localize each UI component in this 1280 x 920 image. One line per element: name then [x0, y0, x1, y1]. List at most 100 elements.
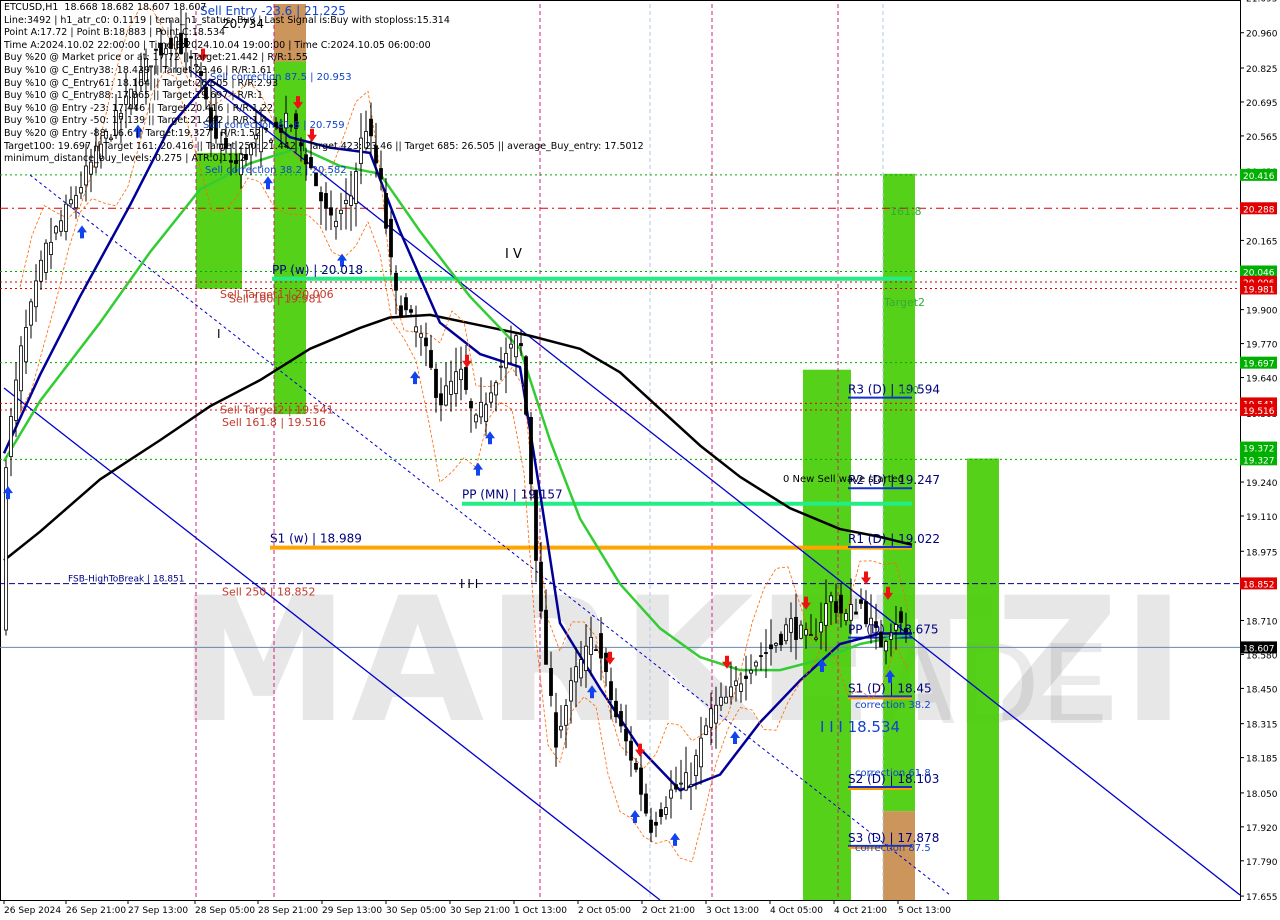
candle-body	[604, 652, 608, 673]
candle-body	[724, 696, 728, 704]
candle-body	[319, 192, 323, 202]
annotation-label: Sell correction 87.5 | 20.953	[210, 72, 352, 83]
candle-body	[509, 343, 513, 349]
candle-body	[829, 595, 833, 603]
buy-arrow-icon	[263, 176, 273, 190]
x-tick-label: 26 Sep 2024	[4, 906, 61, 916]
buy-arrow-icon	[133, 124, 143, 138]
candle-body	[639, 767, 643, 795]
plot-frame	[0, 0, 1241, 901]
candle-body	[84, 165, 88, 186]
candle-body	[684, 772, 688, 791]
candle-body	[779, 633, 783, 646]
signal-zone	[967, 458, 999, 900]
atr-band-line	[19, 71, 909, 863]
candle-body	[464, 367, 468, 390]
candle-body	[579, 659, 583, 679]
y-tick-label: 18.315	[1246, 721, 1278, 731]
level-label: S1 (D) | 18.45	[848, 681, 932, 695]
annotation-label: I V	[505, 247, 522, 262]
candle-body	[479, 401, 483, 418]
candle-body	[499, 365, 503, 368]
price-tag-label: 19.697	[1243, 360, 1275, 370]
y-tick-label: 20.695	[1246, 99, 1278, 109]
y-tick-label: 19.900	[1246, 307, 1278, 317]
candle-body	[559, 725, 563, 731]
candle-body	[624, 728, 628, 742]
x-tick-label: 4 Oct 05:00	[770, 906, 823, 916]
chart: MARKETZI ADE PP (w) | 20.018PP (MN) | 19…	[0, 0, 1280, 920]
candle-body	[444, 385, 448, 406]
candle-body	[469, 401, 473, 409]
level-label: R3 (D) | 19.594	[848, 383, 940, 397]
candle-body	[844, 613, 848, 622]
ma-medium-line	[2, 146, 913, 672]
candle-body	[764, 652, 768, 654]
candle-body	[429, 350, 433, 368]
candle-body	[94, 145, 98, 168]
candle-body	[689, 784, 693, 787]
buy-arrow-icon	[77, 225, 87, 239]
x-tick-label: 30 Sep 21:00	[450, 906, 510, 916]
annotation-label: 20.734	[222, 17, 264, 31]
candle-body	[649, 819, 653, 833]
candle-body	[809, 634, 813, 637]
annotation-label: Sell correction 38.2 | 20.582	[205, 165, 347, 176]
candle-body	[574, 666, 578, 683]
candle-body	[59, 220, 63, 232]
candle-body	[89, 161, 93, 175]
candle-body	[34, 280, 38, 308]
candle-body	[454, 371, 458, 394]
candle-body	[434, 368, 438, 398]
candle-body	[69, 199, 73, 205]
trend-line-upper	[189, 69, 1241, 896]
candle-body	[859, 599, 863, 604]
candle-body	[229, 160, 233, 163]
candle-body	[754, 661, 758, 667]
candle-body	[39, 259, 43, 282]
sell-arrow-icon	[861, 571, 871, 585]
sell-arrow-icon	[462, 354, 472, 368]
candle-body	[529, 416, 533, 485]
candle-body	[849, 604, 853, 621]
candle-body	[369, 118, 373, 137]
candle-body	[344, 199, 348, 205]
candle-body	[709, 708, 713, 728]
candle-body	[149, 65, 153, 68]
candle-body	[14, 379, 18, 421]
candle-body	[769, 644, 773, 650]
price-tag-label: 19.516	[1243, 407, 1275, 417]
candle-body	[194, 64, 198, 67]
candle-body	[29, 301, 33, 326]
y-tick-label: 20.165	[1246, 237, 1278, 247]
y-tick-label: 18.710	[1246, 617, 1278, 627]
y-tick-label: 19.770	[1246, 341, 1278, 351]
level-label: S1 (w) | 18.989	[270, 532, 362, 546]
level-label: Sell Target2 | 19.541	[220, 403, 334, 416]
price-tag-label: 19.981	[1243, 285, 1275, 295]
atr-band-line	[19, 7, 909, 769]
x-tick-label: 4 Oct 21:00	[834, 906, 887, 916]
candle-body	[64, 203, 68, 232]
signal-zone	[883, 173, 915, 812]
candle-body	[819, 622, 823, 633]
candle-body	[49, 241, 53, 255]
candle-body	[144, 57, 148, 82]
level-label: R1 (D) | 19.022	[848, 532, 940, 546]
y-tick-label: 18.450	[1246, 685, 1278, 695]
candle-body	[669, 789, 673, 799]
candle-body	[74, 195, 78, 209]
candle-body	[54, 226, 58, 234]
y-tick-label: 18.050	[1246, 790, 1278, 800]
level-label: Sell 161.8 | 19.516	[222, 416, 326, 429]
candle-body	[569, 680, 573, 702]
price-tag-label: 20.416	[1243, 172, 1275, 182]
candle-body	[164, 48, 168, 55]
candle-body	[139, 70, 143, 86]
candle-body	[339, 209, 343, 214]
candle-body	[99, 143, 103, 159]
candle-body	[179, 32, 183, 55]
x-tick-label: 30 Sep 05:00	[386, 906, 446, 916]
x-tick-label: 29 Sep 13:00	[322, 906, 382, 916]
y-tick-label: 21.095	[1246, 0, 1278, 4]
